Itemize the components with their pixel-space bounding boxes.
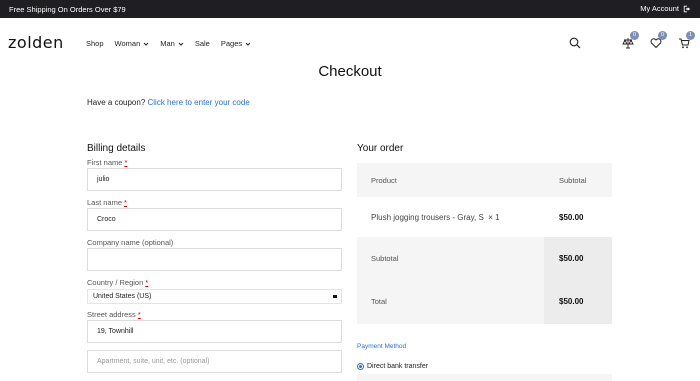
street-address-2-field[interactable]: Apartment, suite, unit, etc. (optional) xyxy=(87,350,342,373)
nav-label-man: Man xyxy=(160,39,175,48)
page-title: Checkout xyxy=(318,63,382,80)
order-item-qty: × 1 xyxy=(488,212,500,222)
chevron-down-icon xyxy=(178,42,184,46)
cart-button[interactable]: 1 xyxy=(678,31,695,49)
logout-icon xyxy=(683,5,691,12)
first-name-field[interactable]: julio xyxy=(87,168,342,191)
first-name-label-text: First name xyxy=(87,158,123,167)
order-item-title: Plush jogging trousers - Gray, S xyxy=(371,212,484,222)
last-name-label: Last name * xyxy=(87,198,127,207)
company-name-label: Company name (optional) xyxy=(87,238,174,247)
nav-item-man[interactable]: Man xyxy=(160,39,184,48)
total-value: $50.00 xyxy=(544,279,612,324)
main-navigation: Shop Woman Man Sale Pages xyxy=(86,39,251,48)
cart-count-badge: 1 xyxy=(686,31,695,40)
street-address-field[interactable]: 19, Townhill xyxy=(87,320,342,343)
order-summary-table: Product Subtotal Plush jogging trousers … xyxy=(357,163,612,324)
last-name-label-text: Last name xyxy=(87,198,123,207)
nav-item-woman[interactable]: Woman xyxy=(115,39,150,48)
compare-button[interactable]: 0 xyxy=(622,31,639,49)
nav-item-pages[interactable]: Pages xyxy=(221,39,251,48)
header-icons: 0 0 1 xyxy=(569,31,695,49)
search-button[interactable] xyxy=(569,36,581,49)
coupon-link[interactable]: Click here to enter your code xyxy=(148,98,250,107)
order-item-name: Plush jogging trousers - Gray, S × 1 xyxy=(357,197,544,237)
nav-label-sale: Sale xyxy=(194,39,210,48)
country-select-value: United States (US) xyxy=(93,293,152,300)
nav-label-pages: Pages xyxy=(220,39,243,48)
my-account-label: My Account xyxy=(640,4,679,13)
total-label: Total xyxy=(371,297,387,306)
wishlist-button[interactable]: 0 xyxy=(650,31,667,49)
radio-selected-icon[interactable] xyxy=(357,363,364,370)
table-row: Plush jogging trousers - Gray, S × 1 $50… xyxy=(357,197,612,237)
nav-label-woman: Woman xyxy=(114,39,141,48)
payment-description-box xyxy=(357,374,612,381)
first-name-label: First name * xyxy=(87,158,127,167)
company-name-field[interactable] xyxy=(87,248,342,271)
street-address-label: Street address * xyxy=(87,310,141,319)
my-account-link[interactable]: My Account xyxy=(640,4,691,13)
site-logo[interactable]: zolden xyxy=(8,33,64,52)
order-item-price: $50.00 xyxy=(559,212,584,222)
total-row: Total $50.00 xyxy=(357,279,612,324)
street-address-label-text: Street address xyxy=(87,310,136,319)
select-caret-icon xyxy=(333,295,337,298)
top-announcement-bar: Free Shipping On Orders Over $79 My Acco… xyxy=(0,0,700,18)
subtotal-column-header: Subtotal xyxy=(559,175,587,185)
country-select[interactable]: United States (US) xyxy=(87,289,342,304)
payment-option-bank-transfer[interactable]: Direct bank transfer xyxy=(357,363,428,370)
wishlist-count-badge: 0 xyxy=(658,31,667,40)
payment-method-title: Payment Method xyxy=(357,343,407,350)
required-mark: * xyxy=(124,158,128,167)
country-label: Country / Region * xyxy=(87,278,148,287)
your-order-title: Your order xyxy=(357,143,404,154)
coupon-notice: Have a coupon? Click here to enter your … xyxy=(87,98,250,107)
subtotal-label: Subtotal xyxy=(371,253,399,263)
required-mark: * xyxy=(137,310,141,319)
table-header-row: Product Subtotal xyxy=(357,163,612,197)
billing-title: Billing details xyxy=(87,143,146,154)
free-shipping-promo: Free Shipping On Orders Over $79 xyxy=(9,5,126,14)
chevron-down-icon xyxy=(143,42,149,46)
nav-item-shop[interactable]: Shop xyxy=(86,39,104,48)
nav-label-shop: Shop xyxy=(86,39,104,48)
product-column-header: Product xyxy=(371,175,397,185)
search-icon xyxy=(569,37,581,49)
nav-item-sale[interactable]: Sale xyxy=(195,39,210,48)
subtotal-row: Subtotal $50.00 xyxy=(357,237,612,279)
chevron-down-icon xyxy=(245,42,251,46)
required-mark: * xyxy=(145,278,149,287)
country-label-text: Country / Region xyxy=(87,278,144,287)
last-name-field[interactable]: Croco xyxy=(87,208,342,231)
payment-option-label: Direct bank transfer xyxy=(367,363,429,370)
subtotal-value: $50.00 xyxy=(544,237,612,279)
compare-count-badge: 0 xyxy=(630,31,639,40)
required-mark: * xyxy=(124,198,127,207)
coupon-prefix: Have a coupon? xyxy=(87,98,146,107)
